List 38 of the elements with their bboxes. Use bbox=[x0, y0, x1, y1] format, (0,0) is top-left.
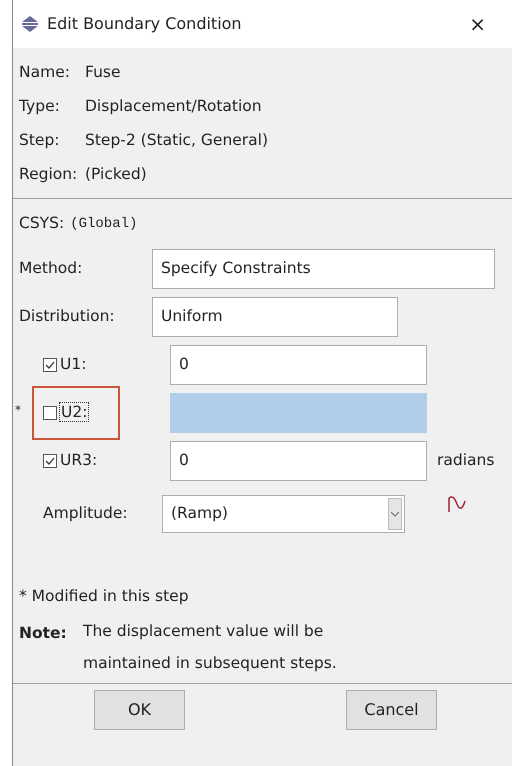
field-label: Type: bbox=[19, 96, 61, 118]
distribution-field[interactable]: Uniform bbox=[152, 297, 398, 337]
unit-label: radians bbox=[437, 450, 494, 472]
modified-marker: * bbox=[14, 402, 22, 419]
field-label: Step: bbox=[19, 130, 61, 152]
checkbox[interactable] bbox=[43, 454, 57, 468]
value-field[interactable]: 0 bbox=[170, 345, 427, 385]
field-label: CSYS: bbox=[19, 213, 64, 234]
checkbox-label: U1: bbox=[60, 355, 86, 374]
cancel-button[interactable]: Cancel bbox=[346, 690, 437, 730]
note-text: The displacement value will be maintained in subsequent steps. bbox=[83, 621, 338, 674]
field-value: Fuse bbox=[85, 62, 122, 84]
field-value: (Picked) bbox=[85, 164, 148, 186]
field-label: Method: bbox=[19, 258, 84, 280]
close-button[interactable]: × bbox=[469, 14, 486, 34]
checkbox-label: U2: bbox=[60, 403, 88, 422]
field-label: Distribution: bbox=[19, 306, 116, 328]
field-value: Displacement/Rotation bbox=[85, 96, 263, 118]
method-field[interactable]: Specify Constraints bbox=[152, 249, 495, 289]
checkbox[interactable] bbox=[43, 358, 57, 372]
amplitude-curve-icon[interactable] bbox=[447, 495, 467, 513]
note-label: Note: bbox=[19, 623, 68, 644]
dropdown-value: (Ramp) bbox=[171, 503, 228, 524]
footnote-text: * Modified in this step bbox=[18, 586, 190, 607]
value-field[interactable]: 0 bbox=[170, 441, 427, 481]
field-value: (Global) bbox=[70, 214, 138, 234]
field-value: Step-2 (Static, General) bbox=[85, 130, 270, 152]
checkbox-label: UR3: bbox=[60, 451, 98, 470]
app-icon bbox=[21, 16, 39, 32]
checkbox[interactable] bbox=[43, 406, 57, 420]
value-field[interactable] bbox=[170, 393, 427, 433]
field-label: Amplitude: bbox=[42, 503, 129, 524]
field-label: Name: bbox=[19, 62, 71, 84]
amplitude-dropdown[interactable]: (Ramp) bbox=[162, 495, 405, 533]
ok-button[interactable]: OK bbox=[94, 690, 185, 730]
caret-icon bbox=[388, 498, 402, 530]
field-label: Region: bbox=[19, 164, 78, 186]
window-title: Edit Boundary Condition bbox=[47, 13, 242, 35]
